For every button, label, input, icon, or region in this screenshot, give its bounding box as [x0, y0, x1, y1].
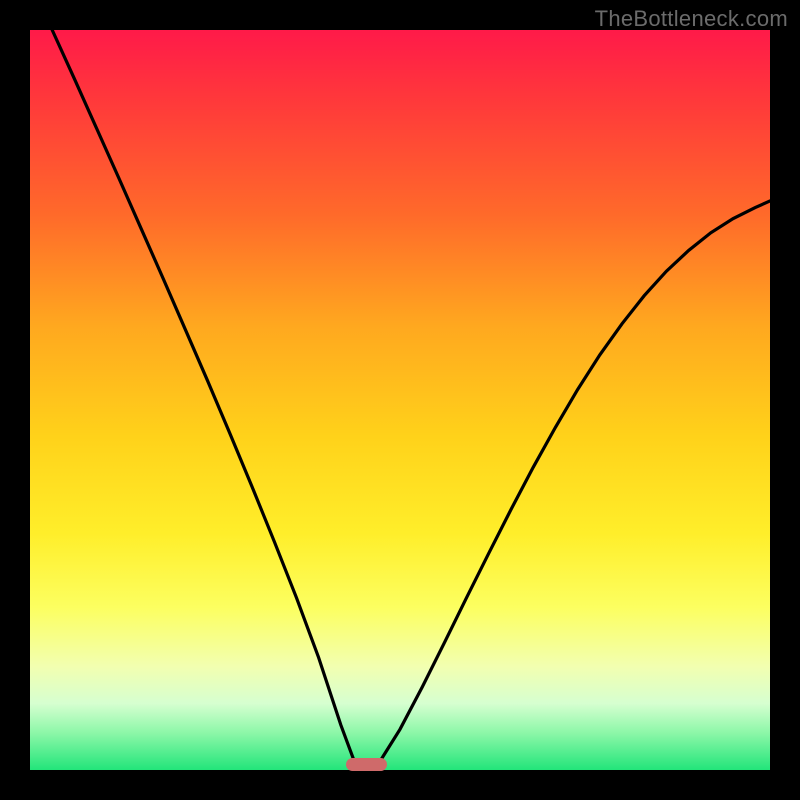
curve-svg [30, 30, 770, 770]
plot-area [30, 30, 770, 770]
chart-frame: TheBottleneck.com [0, 0, 800, 800]
watermark-text: TheBottleneck.com [595, 6, 788, 32]
left-branch-path [52, 30, 355, 765]
trough-marker [346, 758, 387, 771]
right-branch-path [378, 201, 770, 765]
